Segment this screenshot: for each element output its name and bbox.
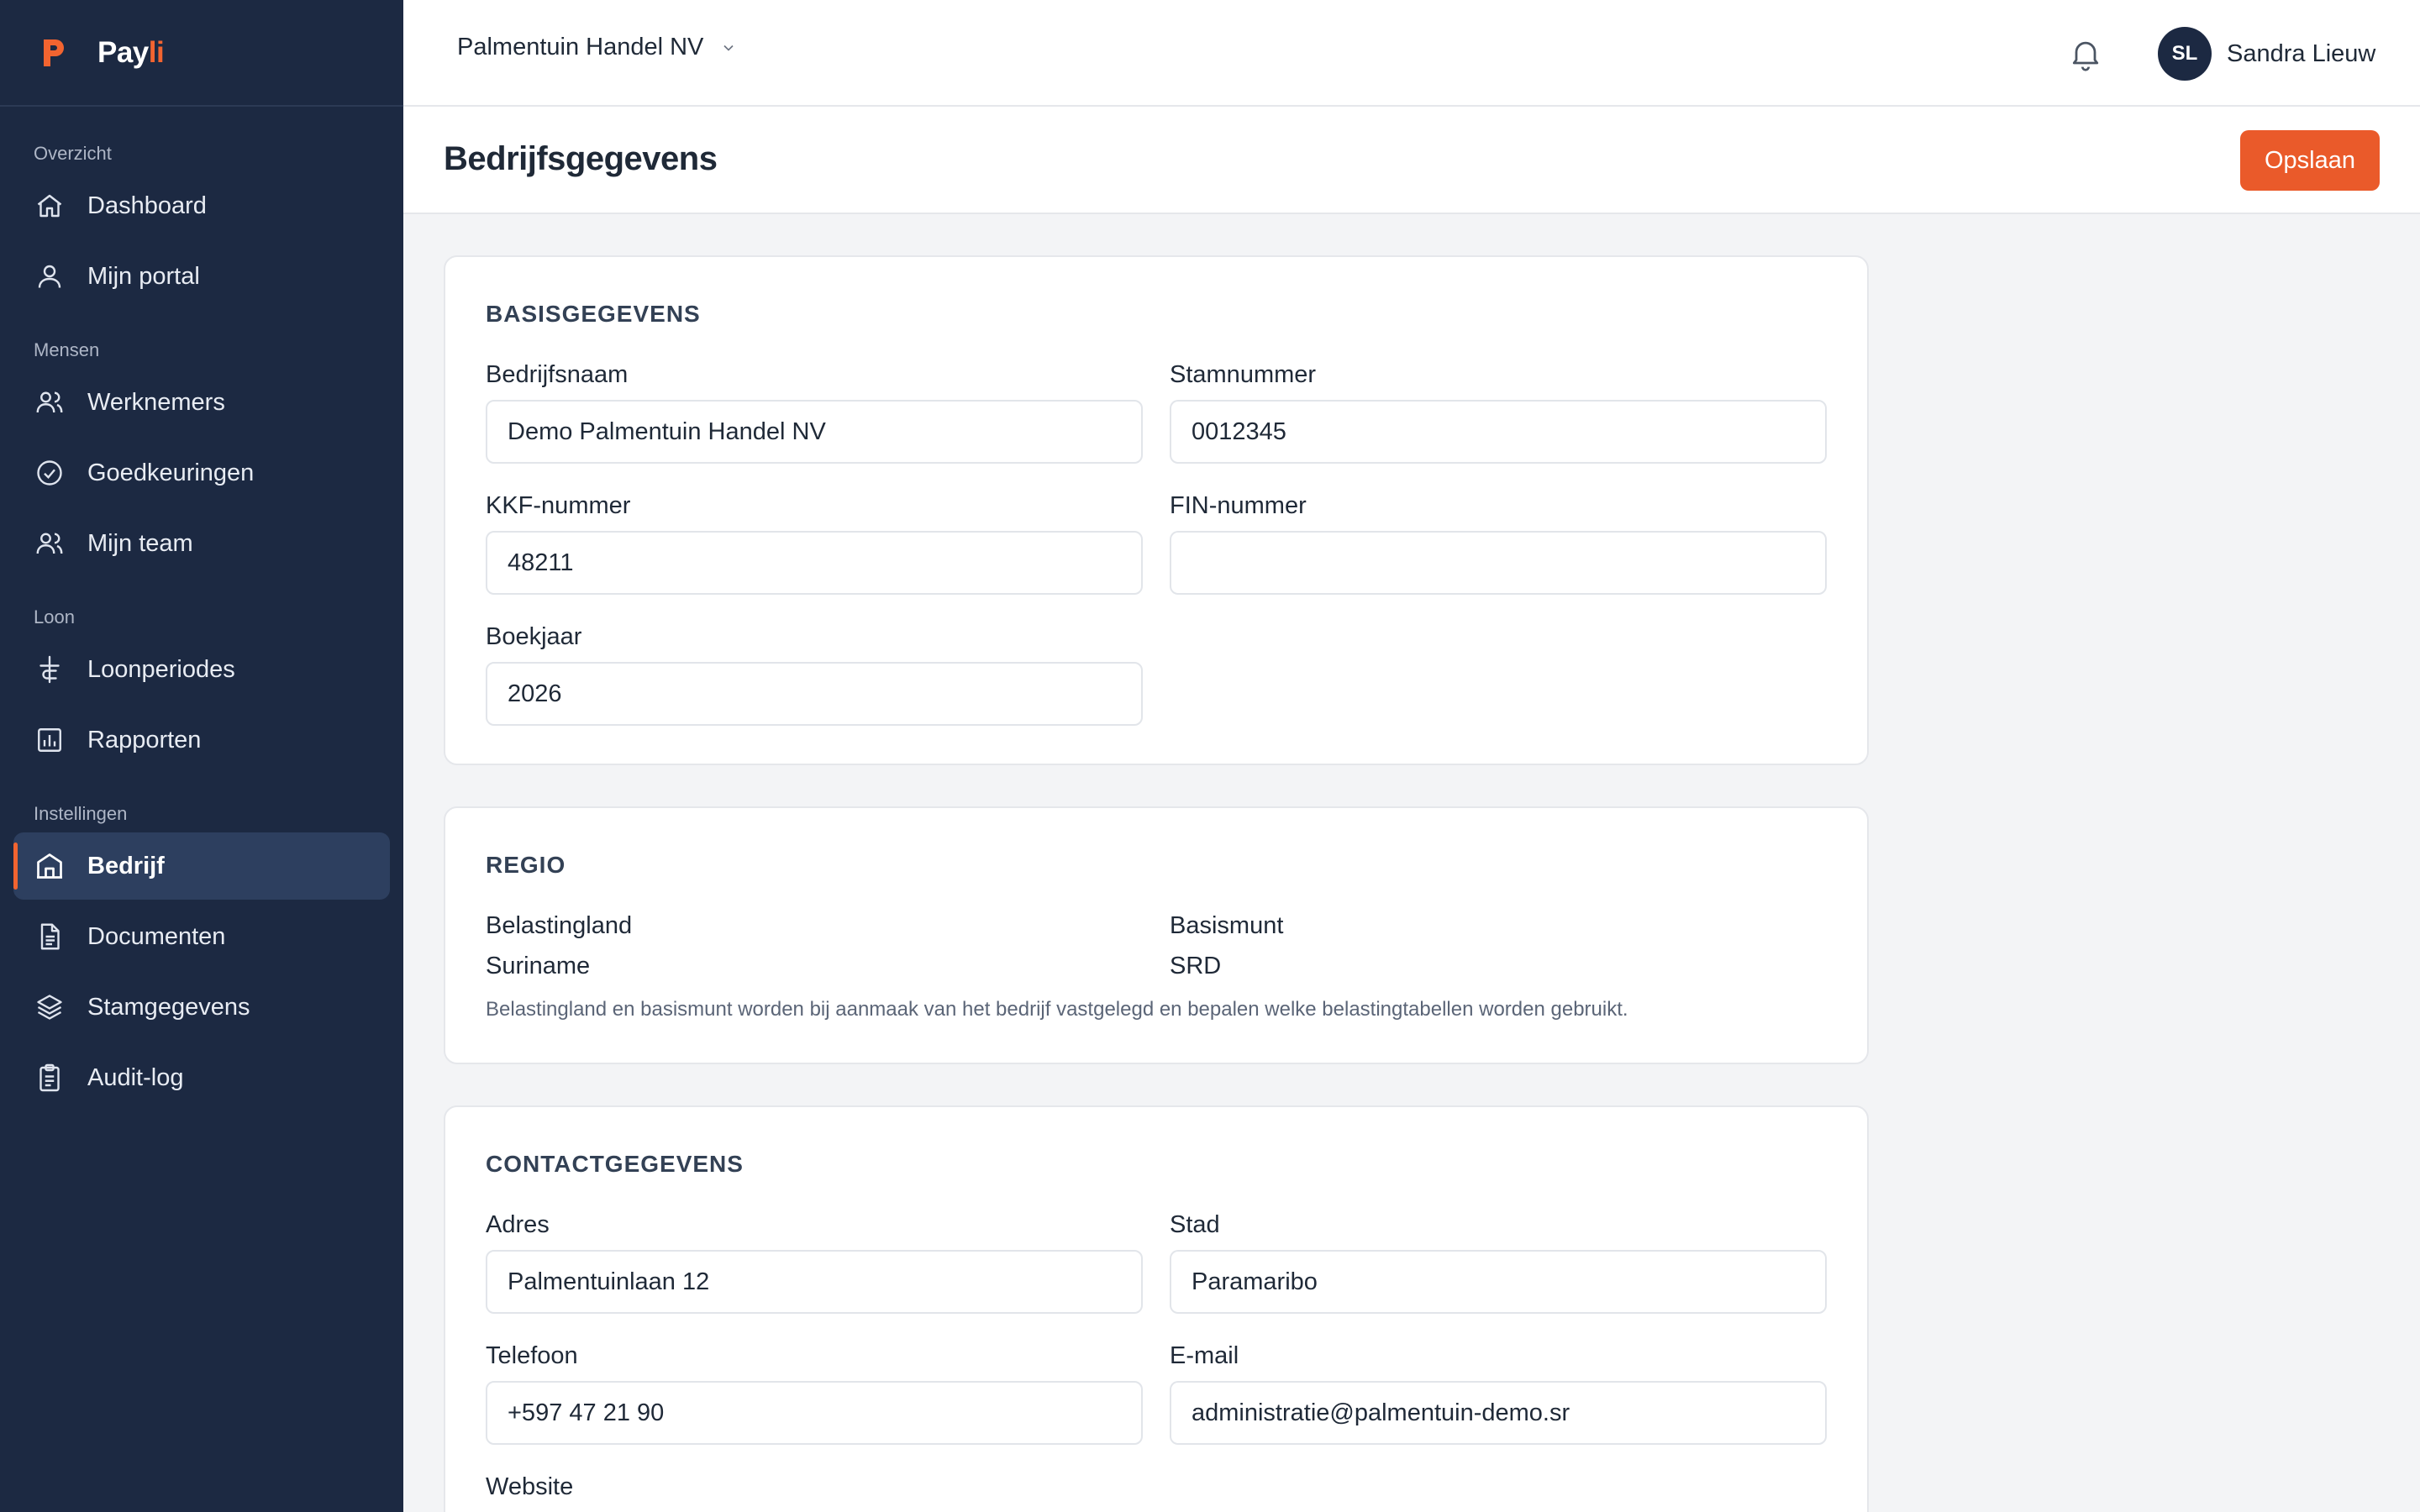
brand-name: Payli bbox=[97, 35, 165, 69]
sidebar-item-mijn-portal[interactable]: Mijn portal bbox=[13, 243, 390, 310]
sidebar-item-bedrijf[interactable]: Bedrijf bbox=[13, 832, 390, 900]
website-label: Website bbox=[486, 1473, 574, 1500]
sidebar-item-goedkeuringen[interactable]: Goedkeuringen bbox=[13, 439, 390, 507]
section-label-overzicht: Overzicht bbox=[34, 143, 112, 164]
sidebar-item-label: Goedkeuringen bbox=[87, 459, 255, 486]
payli-logo-icon bbox=[44, 39, 64, 66]
nav-section-mensen: Mensen Werknemers Goedkeuringen Mijn tea… bbox=[0, 332, 403, 577]
stad-label: Stad bbox=[1170, 1211, 1220, 1238]
check-circle-icon bbox=[34, 457, 66, 489]
contactgegevens-card: CONTACTGEGEVENS Adres Stad Telefoon E-ma… bbox=[444, 1105, 1869, 1512]
sidebar-item-label: Loonperiodes bbox=[87, 655, 235, 683]
section-label-instellingen: Instellingen bbox=[34, 803, 128, 824]
sidebar-item-dashboard[interactable]: Dashboard bbox=[13, 172, 390, 239]
card-title-regio: REGIO bbox=[486, 852, 566, 878]
telefoon-field[interactable] bbox=[486, 1381, 1143, 1445]
stamnummer-field[interactable] bbox=[1170, 400, 1827, 464]
sidebar-item-label: Werknemers bbox=[87, 388, 225, 416]
kkf-nummer-label: KKF-nummer bbox=[486, 492, 631, 519]
bar-chart-icon bbox=[34, 724, 66, 756]
company-switcher[interactable]: Palmentuin Handel NV bbox=[457, 34, 737, 61]
nav-section-overzicht: Overzicht Dashboard Mijn portal bbox=[0, 135, 403, 310]
bedrijfsnaam-label: Bedrijfsnaam bbox=[486, 361, 629, 388]
email-field[interactable] bbox=[1170, 1381, 1827, 1445]
sidebar-item-label: Documenten bbox=[87, 922, 226, 950]
sidebar: Payli Overzicht Dashboard Mijn portal Me… bbox=[0, 0, 403, 1512]
section-label-mensen: Mensen bbox=[34, 339, 100, 360]
page-title: Bedrijfsgegevens bbox=[444, 140, 718, 177]
adres-label: Adres bbox=[486, 1211, 550, 1238]
save-button[interactable]: Opslaan bbox=[2240, 130, 2380, 191]
regio-help-text: Belastingland en basismunt worden bij aa… bbox=[486, 998, 1628, 1021]
building-icon bbox=[34, 850, 66, 882]
user-menu[interactable]: SL Sandra Lieuw bbox=[2158, 27, 2375, 81]
kkf-nummer-field[interactable] bbox=[486, 531, 1143, 595]
bedrijfsnaam-field[interactable] bbox=[486, 400, 1143, 464]
team-icon bbox=[34, 528, 66, 559]
sidebar-item-loonperiodes[interactable]: Loonperiodes bbox=[13, 636, 390, 703]
sidebar-item-audit-log[interactable]: Audit-log bbox=[13, 1044, 390, 1111]
regio-card: REGIO Belastingland Suriname Basismunt S… bbox=[444, 806, 1869, 1064]
user-name: Sandra Lieuw bbox=[2227, 39, 2376, 67]
sidebar-item-documenten[interactable]: Documenten bbox=[13, 903, 390, 970]
layers-icon bbox=[34, 991, 66, 1023]
boekjaar-field[interactable] bbox=[486, 662, 1143, 726]
avatar: SL bbox=[2158, 27, 2212, 81]
user-icon bbox=[34, 260, 66, 292]
document-icon bbox=[34, 921, 66, 953]
nav-section-loon: Loon Loonperiodes Rapporten bbox=[0, 599, 403, 774]
brand[interactable]: Payli bbox=[0, 0, 403, 107]
adres-field[interactable] bbox=[486, 1250, 1143, 1314]
card-title-contactgegevens: CONTACTGEGEVENS bbox=[486, 1151, 744, 1177]
section-label-loon: Loon bbox=[34, 606, 75, 627]
sidebar-item-werknemers[interactable]: Werknemers bbox=[13, 369, 390, 436]
bell-icon[interactable] bbox=[2067, 35, 2104, 72]
users-icon bbox=[34, 386, 66, 418]
card-title-basisgegevens: BASISGEGEVENS bbox=[486, 301, 701, 327]
belastingland-value: Suriname bbox=[486, 953, 591, 979]
clipboard-icon bbox=[34, 1062, 66, 1094]
boekjaar-label: Boekjaar bbox=[486, 623, 582, 650]
sidebar-item-mijn-team[interactable]: Mijn team bbox=[13, 510, 390, 577]
stad-field[interactable] bbox=[1170, 1250, 1827, 1314]
sidebar-item-label: Stamgegevens bbox=[87, 993, 250, 1021]
basismunt-value: SRD bbox=[1170, 953, 1222, 979]
basisgegevens-card: BASISGEGEVENS Bedrijfsnaam Stamnummer KK… bbox=[444, 255, 1869, 765]
sidebar-item-stamgegevens[interactable]: Stamgegevens bbox=[13, 974, 390, 1041]
telefoon-label: Telefoon bbox=[486, 1342, 578, 1369]
basismunt-label: Basismunt bbox=[1170, 912, 1284, 939]
company-name: Palmentuin Handel NV bbox=[457, 34, 704, 60]
sidebar-item-label: Mijn team bbox=[87, 529, 193, 557]
nav-section-instellingen: Instellingen Bedrijf Documenten Stamgege… bbox=[0, 795, 403, 1111]
topbar: Palmentuin Handel NV SL Sandra Lieuw bbox=[403, 0, 2420, 107]
belastingland-label: Belastingland bbox=[486, 912, 633, 939]
sidebar-item-label: Bedrijf bbox=[87, 852, 165, 879]
chevron-down-icon bbox=[723, 45, 734, 51]
stamnummer-label: Stamnummer bbox=[1170, 361, 1317, 388]
email-label: E-mail bbox=[1170, 1342, 1239, 1369]
sidebar-item-label: Rapporten bbox=[87, 726, 202, 753]
sidebar-item-label: Dashboard bbox=[87, 192, 207, 219]
fin-nummer-field[interactable] bbox=[1170, 531, 1827, 595]
sidebar-item-label: Mijn portal bbox=[87, 262, 200, 290]
sidebar-item-label: Audit-log bbox=[87, 1063, 184, 1091]
currency-icon bbox=[34, 654, 66, 685]
home-icon bbox=[34, 190, 66, 222]
fin-nummer-label: FIN-nummer bbox=[1170, 492, 1307, 519]
sidebar-item-rapporten[interactable]: Rapporten bbox=[13, 706, 390, 774]
page-header: Bedrijfsgegevens Opslaan bbox=[403, 107, 2420, 214]
